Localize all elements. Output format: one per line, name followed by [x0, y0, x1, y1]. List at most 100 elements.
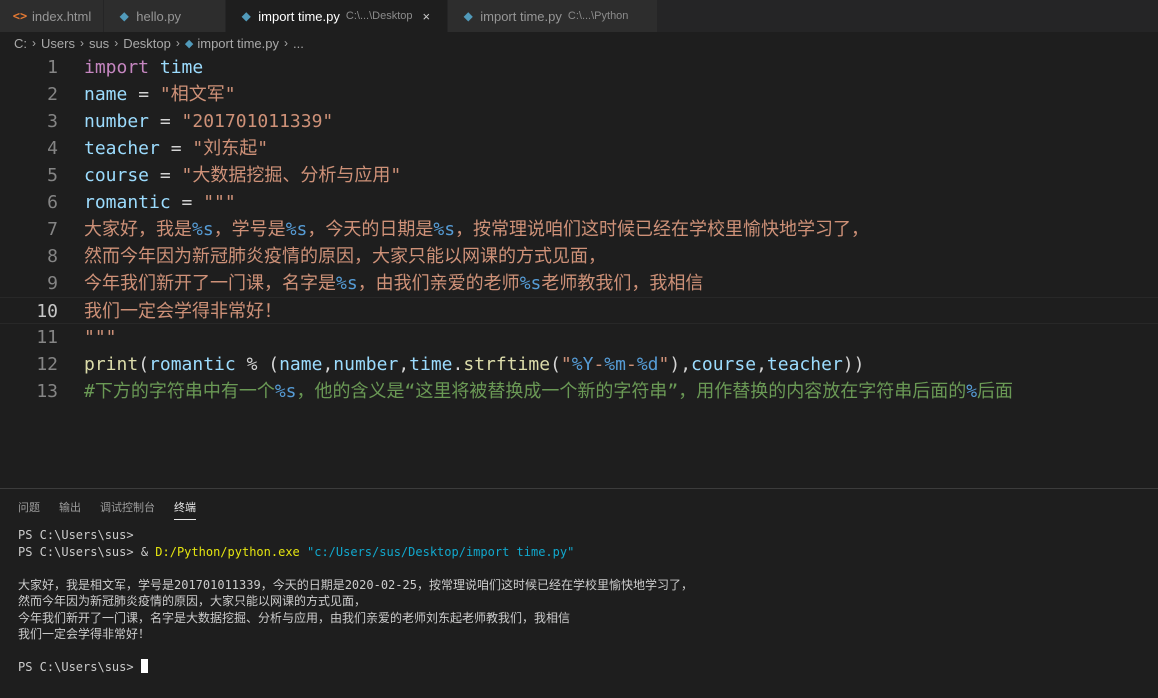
code-token: "相文军": [159, 84, 236, 105]
code-editor[interactable]: 1 import time 2 name = "相文军" 3 number = "2017…: [0, 54, 1158, 454]
code-token: ，他的含义是“这里将被替换成一个新的字符串”，用作替换的内容放在字符串后面的: [296, 381, 967, 402]
code-token: )): [842, 354, 865, 375]
breadcrumb-item[interactable]: sus: [89, 36, 109, 51]
tab-terminal[interactable]: 终端: [174, 499, 196, 520]
code-line[interactable]: 5 course = "大数据挖掘、分析与应用": [0, 162, 1158, 189]
code-token: 今年我们新开了一门课，名字是: [84, 273, 336, 294]
code-token: 老师教我们，我相信: [541, 273, 704, 294]
line-number: 8: [47, 246, 58, 267]
code-token: ": [560, 354, 572, 375]
code-token: 然而今年因为新冠肺炎疫情的原因，大家只能以网课的方式见面，: [84, 246, 606, 267]
code-token: print: [84, 354, 139, 375]
terminal-output: 我们一定会学得非常好！: [18, 627, 151, 641]
terminal-line: PS C:\Users\sus>: [18, 528, 134, 542]
code-token: (: [138, 354, 150, 375]
code-token: -: [593, 354, 605, 375]
line-number: 5: [47, 165, 58, 186]
html-file-icon: <>: [12, 9, 28, 23]
breadcrumb-item[interactable]: Users: [41, 36, 75, 51]
code-token: ，由我们亲爱的老师: [357, 273, 520, 294]
code-token: %d: [636, 354, 659, 375]
tab-import-time-python[interactable]: ◆ import time.py C:\...\Python: [448, 0, 659, 32]
code-text: 今年我们新开了一门课，名字是%s，由我们亲爱的老师%s老师教我们，我相信: [84, 270, 703, 297]
terminal-cursor: [140, 659, 148, 673]
tab-problems[interactable]: 问题: [18, 499, 40, 520]
code-token: ),: [669, 354, 692, 375]
chevron-right-icon: ›: [175, 36, 180, 50]
code-text: teacher = "刘东起": [84, 135, 268, 162]
code-token: 后面: [977, 381, 1014, 402]
code-line[interactable]: 1 import time: [0, 54, 1158, 81]
breadcrumb-item[interactable]: C:: [14, 36, 27, 51]
tab-hello-py[interactable]: ◆ hello.py: [104, 0, 227, 32]
tab-debug-console[interactable]: 调试控制台: [100, 499, 155, 520]
breadcrumb-item[interactable]: import time.py: [197, 36, 279, 51]
code-line[interactable]: 13 #下方的字符串中有一个%s，他的含义是“这里将被替换成一个新的字符串”，用作…: [0, 378, 1158, 405]
tab-index-html[interactable]: <> index.html: [0, 0, 105, 32]
editor-tab-bar: <> index.html ◆ hello.py ◆ import time.p…: [0, 0, 1158, 32]
tab-import-time-desktop[interactable]: ◆ import time.py C:\...\Desktop ×: [226, 0, 449, 32]
line-number: 13: [36, 381, 58, 402]
terminal-operator: &: [140, 544, 156, 559]
code-text: print(romantic % (name,number,time.strft…: [84, 351, 864, 378]
code-line[interactable]: 3 number = "201701011339": [0, 108, 1158, 135]
code-line[interactable]: 11 """: [0, 324, 1158, 351]
code-token: =: [149, 111, 182, 132]
code-text: 大家好，我是%s，学号是%s，今天的日期是%s，按常理说咱们这时候已经在学校里愉…: [84, 216, 869, 243]
chevron-right-icon: ›: [32, 36, 36, 50]
code-line[interactable]: 10 我们一定会学得非常好！: [0, 297, 1158, 324]
code-text: 然而今年因为新冠肺炎疫情的原因，大家只能以网课的方式见面，: [84, 243, 606, 270]
terminal-command: D:/Python/python.exe: [155, 544, 300, 559]
terminal-line: PS C:\Users\sus>: [18, 659, 693, 676]
code-line[interactable]: 7 大家好，我是%s，学号是%s，今天的日期是%s，按常理说咱们这时候已经在学校里…: [0, 216, 1158, 243]
chevron-right-icon: ›: [284, 36, 288, 50]
code-token: ,: [756, 354, 767, 375]
panel-tabs: 问题 输出 调试控制台 终端: [18, 499, 196, 520]
code-token: """: [84, 327, 117, 348]
code-token: =: [149, 165, 182, 186]
code-text: 我们一定会学得非常好！: [84, 298, 282, 325]
tab-label: index.html: [32, 8, 92, 24]
terminal-argument: "c:/Users/sus/Desktop/import time.py": [299, 544, 575, 559]
code-token: ，今天的日期是: [307, 219, 434, 240]
code-token: "刘东起": [192, 138, 269, 159]
tab-label: hello.py: [136, 8, 182, 24]
code-token: name: [279, 354, 323, 375]
code-token: (: [550, 354, 561, 375]
code-token: time: [159, 57, 204, 78]
code-line[interactable]: 2 name = "相文军": [0, 81, 1158, 108]
tab-label: import time.py: [258, 8, 340, 24]
code-token: %s: [274, 381, 297, 402]
code-text: romantic = """: [84, 189, 236, 216]
python-file-icon: ◆: [241, 9, 251, 23]
bottom-panel: 问题 输出 调试控制台 终端 PS C:\Users\sus> PS C:\Use…: [0, 488, 1158, 698]
line-number: 9: [47, 273, 58, 294]
tab-description: C:\...\Desktop: [345, 10, 413, 22]
chevron-right-icon: ›: [79, 36, 84, 50]
code-line[interactable]: 9 今年我们新开了一门课，名字是%s，由我们亲爱的老师%s老师教我们，我相信: [0, 270, 1158, 297]
code-text: number = "201701011339": [84, 108, 333, 135]
code-line[interactable]: 8 然而今年因为新冠肺炎疫情的原因，大家只能以网课的方式见面，: [0, 243, 1158, 270]
line-number: 6: [47, 192, 58, 213]
code-text: #下方的字符串中有一个%s，他的含义是“这里将被替换成一个新的字符串”，用作替换…: [84, 378, 1013, 405]
breadcrumb: C: › Users › sus › Desktop › ◆ import ti…: [0, 32, 1158, 54]
code-line[interactable]: 12 print(romantic % (name,number,time.str…: [0, 351, 1158, 378]
code-token: romantic: [84, 192, 171, 213]
breadcrumb-item[interactable]: Desktop: [123, 36, 171, 51]
code-token: name: [84, 84, 128, 105]
tab-output[interactable]: 输出: [59, 499, 81, 520]
code-token: %: [966, 381, 978, 402]
terminal[interactable]: PS C:\Users\sus> PS C:\Users\sus> & D:/Py…: [18, 527, 693, 676]
code-text: name = "相文军": [84, 81, 236, 108]
code-token: %Y: [571, 354, 594, 375]
code-token: #下方的字符串中有一个: [84, 381, 275, 402]
code-line[interactable]: 6 romantic = """: [0, 189, 1158, 216]
code-token: strftime: [463, 354, 551, 375]
code-text: """: [84, 324, 117, 351]
code-line[interactable]: 4 teacher = "刘东起": [0, 135, 1158, 162]
breadcrumb-item[interactable]: ...: [293, 36, 304, 51]
code-token: time: [409, 354, 453, 375]
close-icon[interactable]: ×: [423, 9, 431, 24]
code-token: number: [333, 354, 399, 375]
code-token: % (: [235, 354, 280, 375]
